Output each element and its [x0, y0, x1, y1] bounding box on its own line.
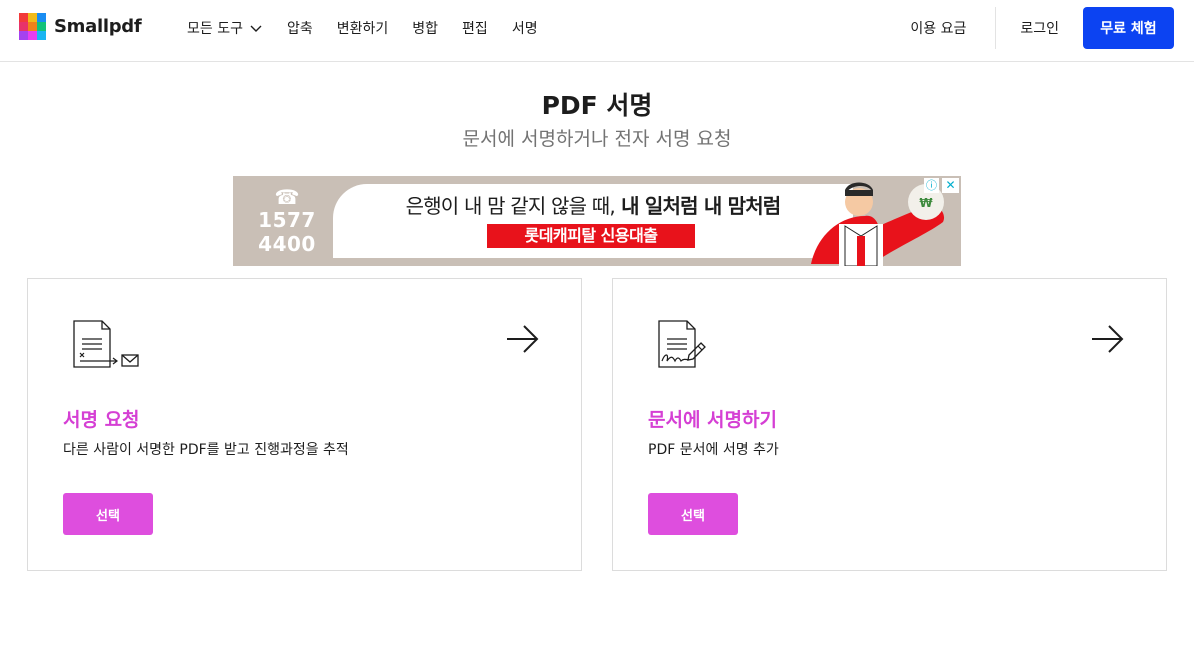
nav-all-tools-label: 모든 도구 — [187, 21, 243, 37]
request-signature-icon — [73, 320, 139, 368]
ad-headline-regular: 은행이 내 맘 같지 않을 때, — [405, 194, 616, 218]
ad-banner[interactable]: ☎ 1577 4400 은행이 내 맘 같지 않을 때, 내 일처럼 내 맘처럼… — [233, 176, 961, 266]
nav-edit[interactable]: 편집 — [462, 18, 488, 38]
logo-square — [37, 21, 46, 31]
logo-square — [28, 21, 37, 31]
ad-info-icon[interactable]: ⓘ — [924, 178, 939, 193]
ad-phone-line1: 1577 — [258, 208, 316, 232]
request-signature-card[interactable]: 서명 요청 다른 사람이 서명한 PDF를 받고 진행과정을 추적 선택 — [27, 278, 582, 571]
sign-document-card[interactable]: 문서에 서명하기 PDF 문서에 서명 추가 선택 — [612, 278, 1167, 571]
ad-headline-bold: 내 일처럼 내 맘처럼 — [614, 194, 781, 218]
smallpdf-logo-icon — [19, 12, 46, 40]
nav-merge[interactable]: 병합 — [412, 18, 438, 38]
logo-square — [28, 30, 37, 40]
logo-square — [19, 30, 28, 40]
pricing-link[interactable]: 이용 요금 — [910, 18, 966, 38]
ad-phone-block: ☎ 1577 4400 — [233, 176, 341, 266]
sign-document-description: PDF 문서에 서명 추가 — [648, 442, 779, 458]
request-signature-description: 다른 사람이 서명한 PDF를 받고 진행과정을 추적 — [63, 442, 349, 458]
logo-square — [28, 12, 37, 22]
login-link[interactable]: 로그인 — [1020, 18, 1059, 38]
brand-name: Smallpdf — [54, 15, 142, 37]
sign-document-select-button[interactable]: 선택 — [648, 493, 738, 535]
logo-square — [19, 12, 28, 22]
arrow-right-icon — [1092, 325, 1124, 353]
sign-document-icon — [658, 320, 706, 368]
free-trial-button[interactable]: 무료 체험 — [1083, 7, 1174, 49]
account-nav: 이용 요금 로그인 무료 체험 — [910, 7, 1174, 49]
logo-square — [19, 21, 28, 31]
nav-sign[interactable]: 서명 — [512, 18, 538, 38]
svg-text:₩: ₩ — [919, 196, 933, 210]
nav-compress[interactable]: 압축 — [287, 18, 313, 38]
request-signature-title: 서명 요청 — [63, 409, 140, 431]
ad-phone-line2: 4400 — [258, 232, 316, 256]
request-signature-select-button[interactable]: 선택 — [63, 493, 153, 535]
ad-headline: 은행이 내 맘 같지 않을 때, 내 일처럼 내 맘처럼 — [373, 190, 813, 219]
nav-all-tools[interactable]: 모든 도구 — [187, 18, 263, 38]
arrow-right-icon — [507, 325, 539, 353]
logo-square — [37, 12, 46, 22]
smallpdf-logo[interactable]: Smallpdf — [19, 12, 142, 40]
ad-subline: 롯데캐피탈 신용대출 — [487, 224, 695, 248]
sign-document-title: 문서에 서명하기 — [648, 409, 777, 431]
nav-divider — [995, 7, 997, 49]
top-header: Smallpdf 모든 도구 압축 변환하기 병합 편집 서명 이용 요금 로그… — [0, 0, 1194, 62]
page-subtitle: 문서에 서명하거나 전자 서명 요청 — [462, 128, 732, 150]
telephone-icon: ☎ — [274, 185, 300, 209]
chevron-down-icon — [250, 25, 262, 32]
logo-square — [37, 30, 46, 40]
ad-close-icon[interactable]: ✕ — [942, 178, 959, 193]
nav-convert[interactable]: 변환하기 — [337, 18, 389, 38]
page-title: PDF 서명 — [541, 91, 653, 120]
main-nav: 모든 도구 압축 변환하기 병합 편집 서명 — [187, 0, 562, 56]
